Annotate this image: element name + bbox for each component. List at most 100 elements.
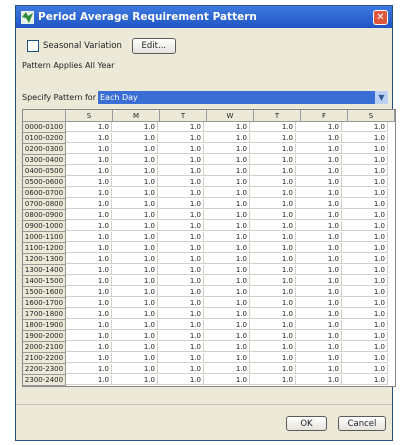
table-cell[interactable]: 1.0 (158, 188, 204, 198)
table-cell[interactable]: 1.0 (158, 199, 204, 209)
table-cell[interactable]: 1.0 (158, 155, 204, 165)
table-cell[interactable]: 1.0 (66, 287, 112, 297)
table-cell[interactable]: 1.0 (204, 144, 250, 154)
table-cell[interactable]: 1.0 (204, 298, 250, 308)
column-header[interactable]: S (66, 110, 113, 122)
table-cell[interactable]: 1.0 (296, 155, 342, 165)
table-cell[interactable]: 1.0 (112, 177, 158, 187)
table-cell[interactable]: 1.0 (342, 243, 388, 253)
column-header[interactable]: F (301, 110, 348, 122)
table-cell[interactable]: 1.0 (66, 232, 112, 242)
row-header[interactable]: 1900-2000 (23, 331, 66, 342)
table-cell[interactable]: 1.0 (158, 298, 204, 308)
table-cell[interactable]: 1.0 (204, 243, 250, 253)
table-cell[interactable]: 1.0 (250, 177, 296, 187)
table-cell[interactable]: 1.0 (296, 265, 342, 275)
table-cell[interactable]: 1.0 (204, 375, 250, 385)
row-header[interactable]: 1200-1300 (23, 254, 66, 265)
table-cell[interactable]: 1.0 (158, 177, 204, 187)
table-cell[interactable]: 1.0 (250, 331, 296, 341)
table-cell[interactable]: 1.0 (66, 353, 112, 363)
table-cell[interactable]: 1.0 (112, 287, 158, 297)
table-cell[interactable]: 1.0 (250, 375, 296, 385)
table-cell[interactable]: 1.0 (158, 133, 204, 143)
row-header[interactable]: 0200-0300 (23, 144, 66, 155)
table-cell[interactable]: 1.0 (158, 221, 204, 231)
table-cell[interactable]: 1.0 (158, 144, 204, 154)
table-cell[interactable]: 1.0 (342, 287, 388, 297)
row-header[interactable]: 0500-0600 (23, 177, 66, 188)
table-cell[interactable]: 1.0 (66, 133, 112, 143)
table-cell[interactable]: 1.0 (158, 122, 204, 132)
table-cell[interactable]: 1.0 (66, 243, 112, 253)
table-cell[interactable]: 1.0 (342, 276, 388, 286)
table-cell[interactable]: 1.0 (250, 221, 296, 231)
row-header[interactable]: 0700-0800 (23, 199, 66, 210)
table-cell[interactable]: 1.0 (250, 188, 296, 198)
table-cell[interactable]: 1.0 (296, 133, 342, 143)
table-cell[interactable]: 1.0 (158, 375, 204, 385)
column-header[interactable]: M (113, 110, 160, 122)
table-cell[interactable]: 1.0 (296, 221, 342, 231)
table-cell[interactable]: 1.0 (204, 353, 250, 363)
table-cell[interactable]: 1.0 (296, 177, 342, 187)
table-cell[interactable]: 1.0 (250, 342, 296, 352)
table-cell[interactable]: 1.0 (296, 342, 342, 352)
table-cell[interactable]: 1.0 (66, 254, 112, 264)
table-cell[interactable]: 1.0 (158, 210, 204, 220)
table-cell[interactable]: 1.0 (158, 353, 204, 363)
table-cell[interactable]: 1.0 (204, 210, 250, 220)
table-cell[interactable]: 1.0 (66, 155, 112, 165)
table-cell[interactable]: 1.0 (112, 254, 158, 264)
ok-button[interactable]: OK (286, 416, 327, 431)
column-header[interactable]: W (207, 110, 254, 122)
table-cell[interactable]: 1.0 (112, 375, 158, 385)
row-header[interactable]: 0600-0700 (23, 188, 66, 199)
table-cell[interactable]: 1.0 (296, 298, 342, 308)
row-header[interactable]: 1700-1800 (23, 309, 66, 320)
table-cell[interactable]: 1.0 (250, 199, 296, 209)
row-header[interactable]: 2200-2300 (23, 364, 66, 375)
row-header[interactable]: 2000-2100 (23, 342, 66, 353)
table-cell[interactable]: 1.0 (250, 210, 296, 220)
table-cell[interactable]: 1.0 (204, 155, 250, 165)
table-cell[interactable]: 1.0 (342, 166, 388, 176)
row-header[interactable]: 1100-1200 (23, 243, 66, 254)
column-header[interactable]: T (160, 110, 207, 122)
table-cell[interactable]: 1.0 (66, 309, 112, 319)
table-cell[interactable]: 1.0 (342, 254, 388, 264)
table-cell[interactable]: 1.0 (66, 364, 112, 374)
table-cell[interactable]: 1.0 (158, 287, 204, 297)
table-cell[interactable]: 1.0 (158, 265, 204, 275)
table-cell[interactable]: 1.0 (66, 276, 112, 286)
table-cell[interactable]: 1.0 (204, 221, 250, 231)
table-cell[interactable]: 1.0 (250, 243, 296, 253)
row-header[interactable]: 0800-0900 (23, 210, 66, 221)
table-cell[interactable]: 1.0 (296, 276, 342, 286)
table-cell[interactable]: 1.0 (158, 309, 204, 319)
table-cell[interactable]: 1.0 (112, 232, 158, 242)
table-cell[interactable]: 1.0 (296, 364, 342, 374)
table-cell[interactable]: 1.0 (66, 166, 112, 176)
table-cell[interactable]: 1.0 (296, 122, 342, 132)
seasonal-variation-checkbox[interactable] (27, 40, 39, 52)
column-header[interactable]: S (348, 110, 395, 122)
table-cell[interactable]: 1.0 (204, 177, 250, 187)
table-cell[interactable]: 1.0 (342, 320, 388, 330)
table-cell[interactable]: 1.0 (158, 166, 204, 176)
row-header[interactable]: 0000-0100 (23, 122, 66, 133)
table-cell[interactable]: 1.0 (250, 276, 296, 286)
table-cell[interactable]: 1.0 (342, 210, 388, 220)
table-cell[interactable]: 1.0 (158, 320, 204, 330)
row-header[interactable]: 1000-1100 (23, 232, 66, 243)
table-cell[interactable]: 1.0 (342, 199, 388, 209)
row-header[interactable]: 1800-1900 (23, 320, 66, 331)
table-cell[interactable]: 1.0 (342, 155, 388, 165)
table-cell[interactable]: 1.0 (112, 221, 158, 231)
table-cell[interactable]: 1.0 (250, 287, 296, 297)
table-cell[interactable]: 1.0 (296, 320, 342, 330)
table-cell[interactable]: 1.0 (66, 177, 112, 187)
row-header[interactable]: 1400-1500 (23, 276, 66, 287)
table-cell[interactable]: 1.0 (204, 254, 250, 264)
table-cell[interactable]: 1.0 (112, 144, 158, 154)
